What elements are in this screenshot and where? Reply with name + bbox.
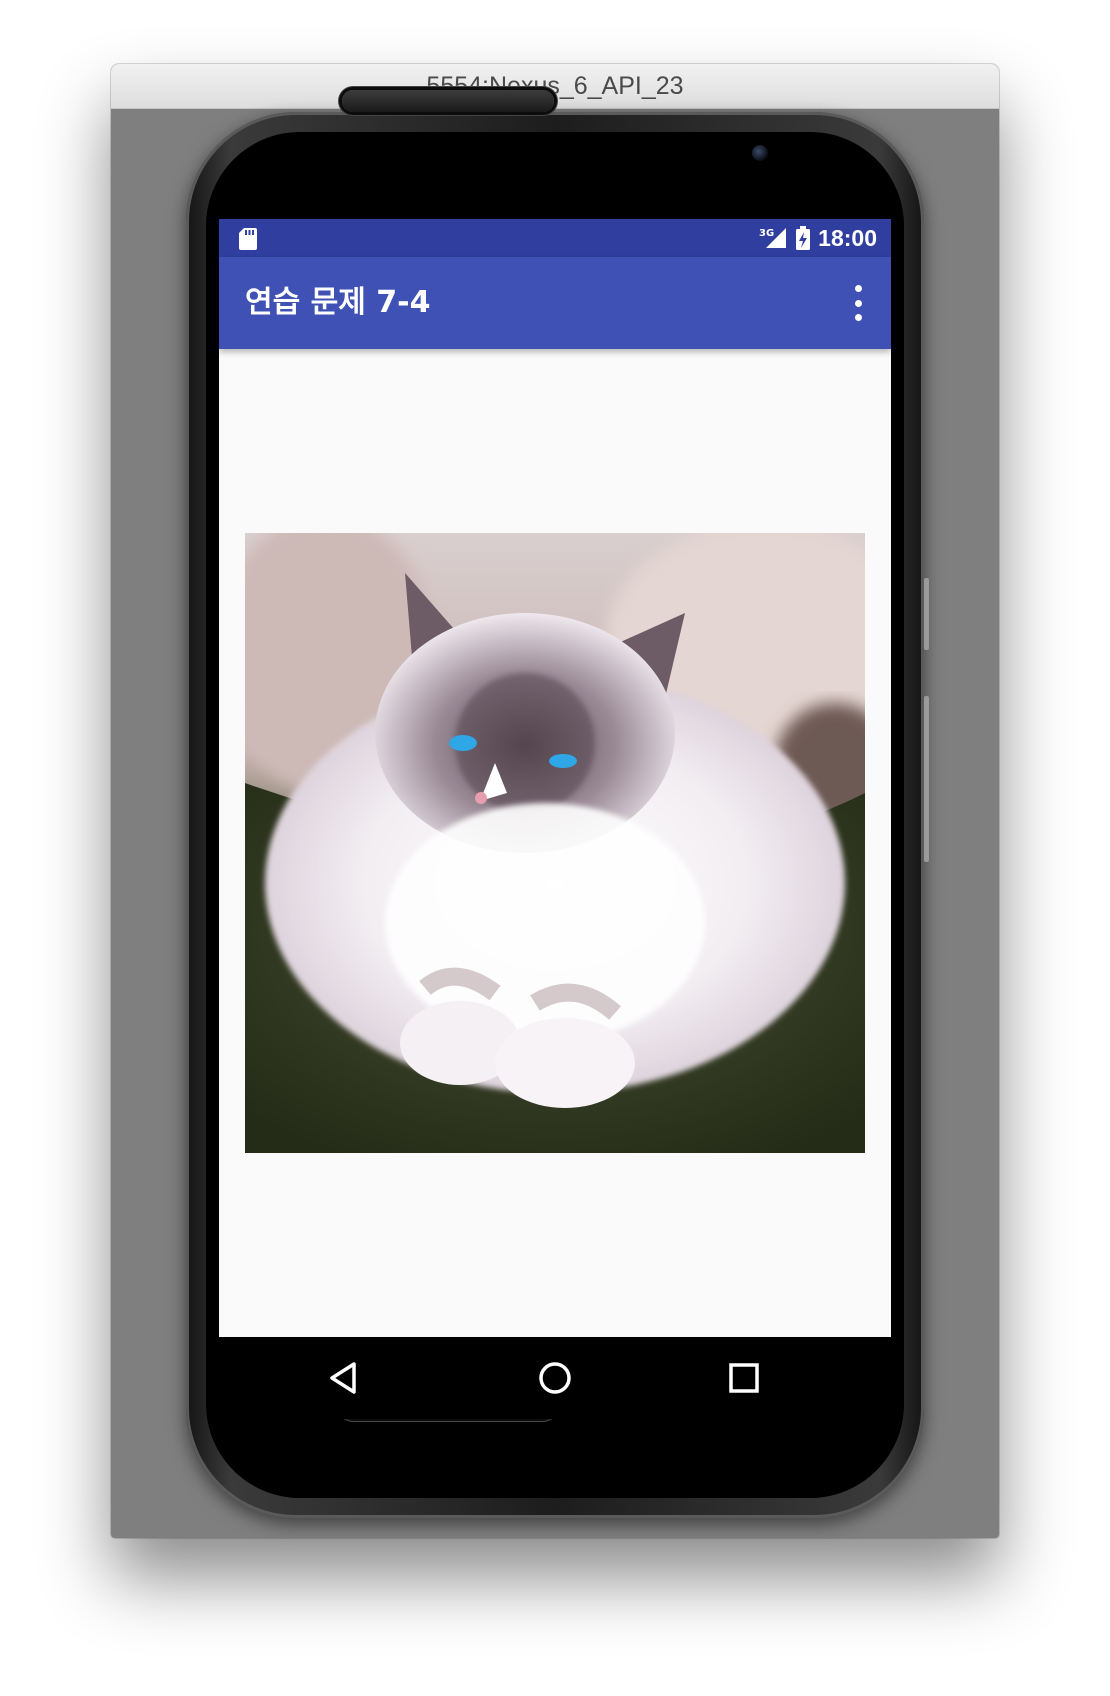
menu-dot (854, 285, 862, 292)
status-bar: 3G 18:00 (219, 219, 891, 257)
app-title: 연습 문제 7-4 (245, 285, 431, 320)
device-screen: 3G 18:00 연습 문제 7-4 (219, 219, 891, 1337)
clock: 18:00 (818, 224, 877, 251)
signal-3g-icon: 3G (759, 228, 787, 248)
cat-photo (245, 533, 865, 1153)
window-title: 5554:Nexus_6_API_23 (111, 64, 999, 109)
status-icons: 3G 18:00 (758, 219, 877, 257)
power-button[interactable] (924, 696, 929, 862)
recents-button[interactable] (718, 1352, 770, 1404)
battery-charging-icon (796, 226, 811, 250)
menu-dot (854, 299, 862, 307)
home-button[interactable] (529, 1352, 581, 1404)
back-button[interactable] (318, 1352, 370, 1404)
top-speaker (342, 90, 554, 112)
app-bar: 연습 문제 7-4 (219, 257, 891, 349)
navigation-bar (219, 1337, 891, 1419)
overflow-menu-icon[interactable] (845, 285, 871, 321)
network-type: 3G (759, 228, 774, 239)
volume-button[interactable] (924, 578, 929, 650)
menu-dot (854, 314, 862, 321)
front-camera (752, 145, 768, 161)
sd-card-icon (239, 228, 257, 250)
